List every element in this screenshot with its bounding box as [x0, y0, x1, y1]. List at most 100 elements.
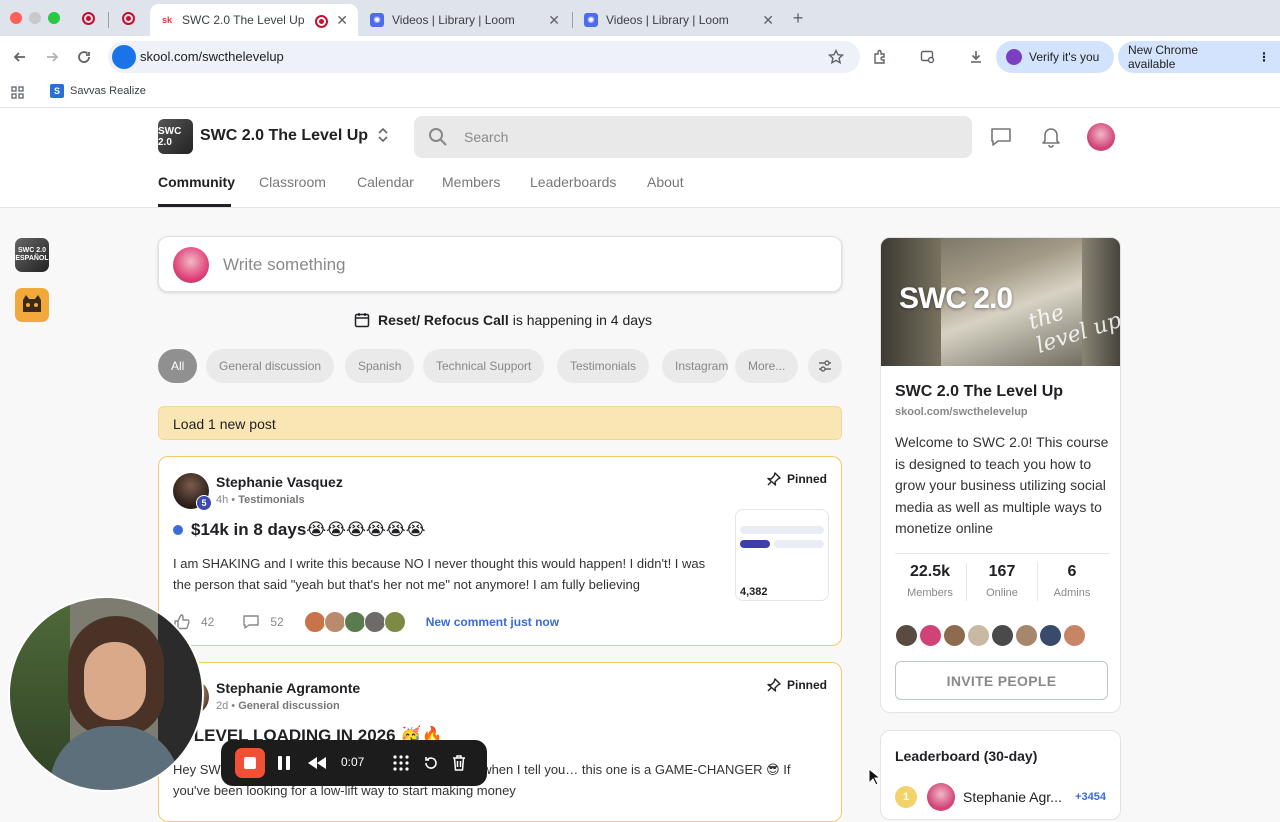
search-input[interactable]: Search	[414, 116, 972, 158]
commenter-avatar[interactable]	[343, 611, 366, 633]
trash-icon	[453, 755, 465, 771]
stat-members[interactable]: 22.5k Members	[895, 563, 965, 599]
filter-chip-instagram[interactable]: Instagram	[662, 349, 728, 383]
event-name[interactable]: Reset/ Refocus Call	[378, 312, 509, 328]
group-name[interactable]: SWC 2.0 The Level Up	[200, 127, 368, 145]
nav-leaderboards[interactable]: Leaderboards	[530, 174, 616, 190]
nav-about[interactable]: About	[647, 174, 684, 190]
apps-grid-icon[interactable]	[11, 86, 24, 104]
site-info-icon[interactable]	[112, 45, 136, 69]
composer-avatar	[173, 247, 209, 283]
tab-loom-1[interactable]: ✺ Videos | Library | Loom ✕	[360, 4, 570, 36]
new-comment-indicator[interactable]: New comment just now	[426, 615, 559, 629]
minimize-window-button[interactable]	[29, 12, 41, 24]
member-avatars[interactable]	[895, 624, 1087, 647]
bookmark-star-button[interactable]	[824, 45, 848, 69]
tab-skool[interactable]: sk SWC 2.0 The Level Up ✕	[150, 4, 358, 36]
commenter-avatar[interactable]	[383, 611, 406, 633]
drawing-tools-button[interactable]	[389, 751, 413, 775]
stop-recording-button[interactable]	[235, 748, 265, 778]
verify-profile-button[interactable]: Verify it's you	[996, 41, 1114, 73]
close-icon[interactable]: ✕	[762, 12, 774, 29]
restart-button[interactable]	[419, 751, 443, 775]
load-new-posts-banner[interactable]: Load 1 new post	[158, 406, 842, 440]
post-time: 2d	[216, 700, 229, 712]
commenter-avatar[interactable]	[303, 611, 326, 633]
filter-chip-all[interactable]: All	[158, 349, 198, 383]
filter-chip-more[interactable]: More...	[735, 349, 799, 383]
search-placeholder: Search	[464, 129, 509, 145]
post-author[interactable]: Stephanie Vasquez	[216, 474, 343, 490]
browser-toolbar: skool.com/swcthelevelup Verify it's you …	[0, 36, 1280, 78]
leaderboard-title[interactable]: Leaderboard (30-day)	[895, 748, 1037, 764]
screen-search-button[interactable]	[916, 45, 940, 69]
post-body: I am SHAKING and I write this because NO…	[173, 556, 706, 592]
leader-avatar[interactable]	[927, 783, 955, 811]
new-tab-button[interactable]: +	[786, 6, 810, 30]
pause-icon	[278, 756, 290, 770]
delete-recording-button[interactable]	[447, 751, 471, 775]
group-header: SWC 2.0 SWC 2.0 The Level Up Search Comm…	[0, 108, 1280, 208]
post-card[interactable]: 5 Stephanie Vasquez 4h • Testimonials Pi…	[158, 456, 842, 646]
nav-members[interactable]: Members	[442, 174, 500, 190]
extensions-button[interactable]	[868, 45, 892, 69]
about-group-url[interactable]: skool.com/swcthelevelup	[895, 406, 1028, 418]
pinned-tab-recording[interactable]	[78, 8, 98, 28]
bookmark-savvas[interactable]: S Savvas Realize	[50, 84, 146, 98]
tab-title: Videos | Library | Loom	[606, 13, 729, 27]
filter-chip-spanish[interactable]: Spanish	[345, 349, 415, 383]
post-composer[interactable]: Write something	[158, 236, 842, 292]
filter-chip-testimonials[interactable]: Testimonials	[557, 349, 650, 383]
post-author[interactable]: Stephanie Agramonte	[216, 680, 360, 696]
pinned-label: Pinned	[786, 472, 827, 486]
commenter-avatar[interactable]	[363, 611, 386, 633]
back-arrow-icon	[13, 52, 25, 62]
notifications-button[interactable]	[1041, 126, 1061, 153]
commenter-avatar[interactable]	[323, 611, 346, 633]
user-avatar[interactable]	[1087, 123, 1115, 151]
filter-settings-button[interactable]	[808, 349, 842, 383]
download-icon	[971, 51, 981, 63]
post-title[interactable]: $14k in 8 days😭😭😭😭😭😭	[173, 520, 425, 540]
rewind-button[interactable]	[305, 751, 329, 775]
stat-admins[interactable]: 6 Admins	[1037, 563, 1107, 599]
nav-classroom[interactable]: Classroom	[259, 174, 326, 190]
stat-online[interactable]: 167 Online	[967, 563, 1037, 599]
nav-calendar[interactable]: Calendar	[357, 174, 414, 190]
downloads-button[interactable]	[964, 45, 988, 69]
leader-name[interactable]: Stephanie Agr...	[963, 789, 1062, 805]
group-switcher-chevron-icon[interactable]	[376, 126, 390, 145]
search-icon	[429, 128, 447, 146]
back-button[interactable]	[8, 45, 32, 69]
chrome-update-button[interactable]: New Chrome available ⋮	[1118, 41, 1280, 73]
rail-group-swc-espanol[interactable]: SWC 2.0 ESPAÑOL	[15, 238, 49, 272]
chat-button[interactable]	[990, 127, 1012, 152]
close-icon[interactable]: ✕	[548, 12, 560, 29]
forward-button[interactable]	[40, 45, 64, 69]
pause-button[interactable]	[273, 751, 295, 775]
close-window-button[interactable]	[10, 12, 22, 24]
kebab-menu-icon[interactable]: ⋮	[1258, 50, 1270, 64]
post-category[interactable]: Testimonials	[238, 494, 304, 506]
nav-community[interactable]: Community	[158, 174, 235, 190]
pinned-tab-recording-2[interactable]	[118, 8, 138, 28]
maximize-window-button[interactable]	[48, 12, 60, 24]
loom-camera-bubble[interactable]	[8, 596, 204, 792]
post-category[interactable]: General discussion	[238, 700, 339, 712]
upcoming-event-banner[interactable]: Reset/ Refocus Call is happening in 4 da…	[354, 312, 652, 328]
invite-people-button[interactable]: INVITE PEOPLE	[895, 661, 1108, 700]
group-logo[interactable]: SWC 2.0	[158, 119, 193, 154]
post-thumbnail[interactable]: 4,382	[735, 509, 829, 601]
group-logo-text: SWC 2.0	[158, 125, 182, 148]
thumbnail-amount: 4,382	[740, 586, 768, 598]
tab-loom-2[interactable]: ✺ Videos | Library | Loom ✕	[574, 4, 784, 36]
address-bar[interactable]: skool.com/swcthelevelup	[108, 41, 860, 73]
filter-chip-technical-support[interactable]: Technical Support	[423, 349, 545, 383]
close-icon[interactable]: ✕	[336, 12, 348, 29]
rail-group-cat[interactable]	[15, 288, 49, 322]
pin-icon	[767, 472, 781, 486]
restart-icon	[425, 757, 437, 769]
comment-icon[interactable]	[242, 613, 260, 631]
filter-chip-general-discussion[interactable]: General discussion	[206, 349, 335, 383]
reload-button[interactable]	[72, 45, 96, 69]
